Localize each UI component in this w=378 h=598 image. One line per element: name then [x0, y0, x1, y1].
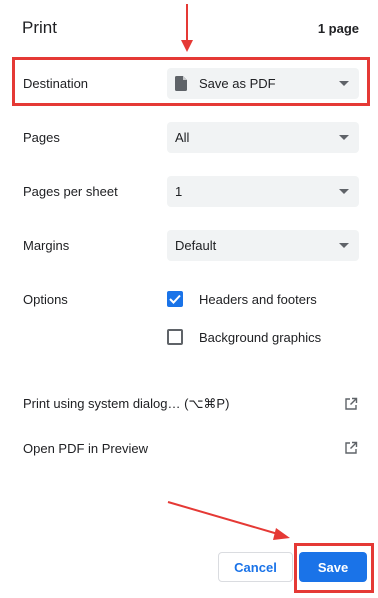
open-external-icon — [345, 397, 358, 410]
headers-footers-checkbox[interactable] — [167, 291, 183, 307]
arrow-head-save — [273, 528, 290, 540]
document-icon — [175, 76, 187, 91]
chevron-down-icon — [339, 135, 349, 140]
destination-value: Save as PDF — [199, 76, 276, 91]
chevron-down-icon — [339, 81, 349, 86]
arrow-save-annotation — [167, 501, 279, 535]
system-dialog-label: Print using system dialog… (⌥⌘P) — [23, 396, 230, 411]
page-count: 1 page — [317, 21, 359, 36]
margins-value: Default — [175, 238, 217, 253]
pages-value: All — [175, 130, 190, 145]
headers-footers-label: Headers and footers — [199, 291, 317, 307]
margins-label: Margins — [23, 238, 70, 253]
save-button[interactable]: Save — [299, 552, 367, 582]
arrow-head-down — [181, 40, 193, 52]
pages-select[interactable]: All — [167, 122, 359, 153]
checkmark-icon — [169, 294, 181, 304]
pages-per-sheet-label: Pages per sheet — [23, 184, 118, 199]
background-graphics-option[interactable]: Background graphics — [167, 329, 321, 345]
destination-label: Destination — [23, 76, 89, 91]
destination-select[interactable]: Save as PDF — [167, 68, 359, 99]
open-external-icon — [345, 441, 358, 454]
background-graphics-checkbox[interactable] — [167, 329, 183, 345]
cancel-button[interactable]: Cancel — [218, 552, 293, 582]
margins-select[interactable]: Default — [167, 230, 359, 261]
dialog-title: Print — [22, 18, 57, 37]
background-graphics-label: Background graphics — [199, 329, 322, 345]
pages-per-sheet-value: 1 — [175, 184, 183, 199]
open-preview-label: Open PDF in Preview — [23, 440, 148, 456]
chevron-down-icon — [339, 243, 349, 248]
chevron-down-icon — [339, 189, 349, 194]
open-preview-link[interactable]: Open PDF in Preview — [23, 438, 358, 458]
pages-label: Pages — [23, 130, 60, 145]
pages-per-sheet-select[interactable]: 1 — [167, 176, 359, 207]
headers-footers-option[interactable]: Headers and footers — [167, 291, 317, 307]
system-dialog-link[interactable]: Print using system dialog… (⌥⌘P) — [23, 394, 358, 414]
options-label: Options — [23, 292, 68, 307]
